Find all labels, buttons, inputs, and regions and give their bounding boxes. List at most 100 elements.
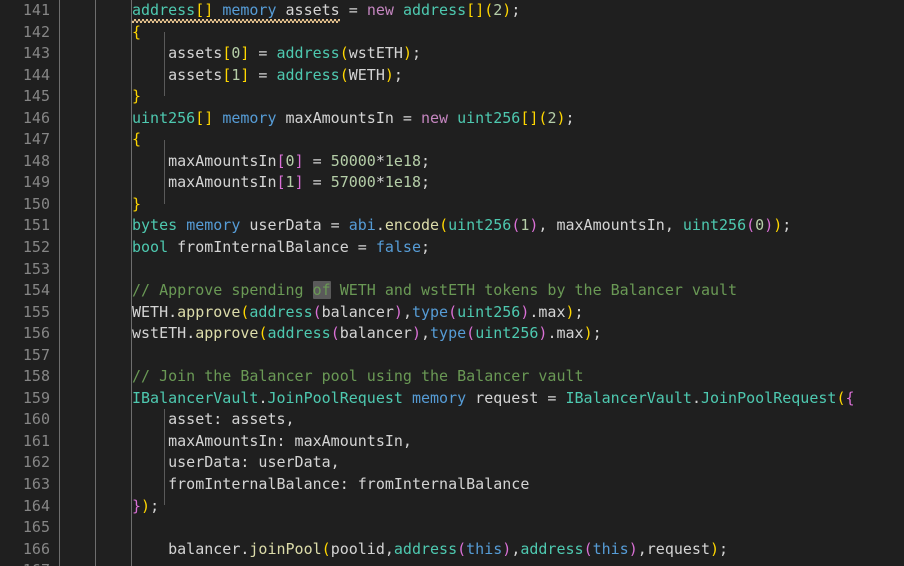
code-token: .max xyxy=(547,324,584,343)
line-number-list: 141 142 143 144 145 146 147 148 149 150 151 152 153 1… xyxy=(0,0,50,566)
code-token: [ xyxy=(222,44,232,63)
fold-gutter-column[interactable] xyxy=(60,0,95,566)
code-line-152[interactable]: bool fromInternalBalance = false; xyxy=(132,237,904,259)
code-token: userData xyxy=(240,216,322,235)
code-token: memory xyxy=(411,388,467,407)
code-line-160[interactable]: asset: assets, xyxy=(132,409,904,431)
code-token: , maxAmountsIn, xyxy=(538,216,683,235)
code-token: [ xyxy=(276,173,286,192)
code-token: JoinPoolRequest xyxy=(267,388,403,407)
line-number: 144 xyxy=(22,65,50,84)
code-token: of xyxy=(312,281,331,300)
code-line-148[interactable]: maxAmountsIn[0] = 50000*1e18; xyxy=(132,151,904,173)
line-number: 162 xyxy=(22,453,50,472)
code-token: address xyxy=(276,65,340,84)
code-token: ) xyxy=(583,324,593,343)
code-token: = xyxy=(249,44,277,63)
code-line-155[interactable]: WETH.approve(address(balancer),type(uint… xyxy=(132,302,904,324)
code-token: ) xyxy=(411,324,421,343)
code-line-153[interactable] xyxy=(132,259,904,281)
code-line-156[interactable]: wstETH.approve(address(balancer),type(ui… xyxy=(132,323,904,345)
code-token: address xyxy=(402,1,467,19)
code-token: IBalancerVault xyxy=(565,388,692,407)
code-line-142[interactable]: { xyxy=(132,22,904,44)
code-line-147[interactable]: { xyxy=(132,129,904,151)
code-token: memory xyxy=(222,1,277,19)
code-token: // Approve spending xyxy=(132,281,313,300)
code-token: ) xyxy=(402,44,412,63)
code-line-145[interactable]: } xyxy=(132,86,904,108)
code-token: address xyxy=(520,539,584,558)
code-token: asset: assets, xyxy=(132,410,295,429)
code-token: ] xyxy=(294,173,304,192)
code-token: 0 xyxy=(285,151,295,170)
code-token: IBalancerVault xyxy=(132,388,259,407)
code-token: fromInternalBalance: fromInternalBalance xyxy=(132,475,530,494)
code-line-165[interactable] xyxy=(132,517,904,539)
line-number: 142 xyxy=(22,22,50,41)
code-line-150[interactable]: } xyxy=(132,194,904,216)
code-line-151[interactable]: bytes memory userData = abi.encode(uint2… xyxy=(132,215,904,237)
code-token: 57000 xyxy=(330,173,376,192)
code-editor[interactable]: 141 142 143 144 145 146 147 148 149 150 151 152 153 1… xyxy=(0,0,904,566)
code-line-159[interactable]: IBalancerVault.JoinPoolRequest memory re… xyxy=(132,388,904,410)
code-token: ; xyxy=(719,539,729,558)
code-token: . xyxy=(168,302,178,321)
code-line-146[interactable]: uint256[] memory maxAmountsIn = new uint… xyxy=(132,108,904,130)
code-token: ( xyxy=(583,539,593,558)
code-line-163[interactable]: fromInternalBalance: fromInternalBalance xyxy=(132,474,904,496)
code-line-141[interactable]: address[] memory assets = new address[](… xyxy=(132,0,904,23)
line-number: 143 xyxy=(22,44,50,63)
code-token: = xyxy=(303,151,331,170)
line-number: 145 xyxy=(22,87,50,106)
code-token: 0 xyxy=(755,216,765,235)
code-token: ) xyxy=(502,1,512,19)
code-token: ] xyxy=(204,1,214,19)
line-number: 167 xyxy=(0,560,50,566)
code-token: { xyxy=(132,22,142,41)
code-line-167[interactable] xyxy=(132,560,904,566)
code-line-158[interactable]: // Join the Balancer pool using the Bala… xyxy=(132,366,904,388)
code-token: false xyxy=(375,238,421,257)
code-token: abi xyxy=(348,216,376,235)
code-token: assets xyxy=(276,1,340,19)
code-token: ) xyxy=(556,108,566,127)
code-line-149[interactable]: maxAmountsIn[1] = 57000*1e18; xyxy=(132,172,904,194)
code-token: ( xyxy=(484,1,494,19)
code-token: ; xyxy=(393,65,403,84)
code-token: * xyxy=(375,173,385,192)
code-token: new xyxy=(366,1,394,19)
code-token: ; xyxy=(421,238,431,257)
code-line-157[interactable] xyxy=(132,345,904,367)
code-token: ( xyxy=(321,539,331,558)
code-token: = xyxy=(348,238,376,257)
code-line-164[interactable]: }); xyxy=(132,496,904,518)
editor-gutter: 141 142 143 144 145 146 147 148 149 150 151 152 153 1… xyxy=(0,0,132,566)
code-token: ( xyxy=(746,216,756,235)
code-line-144[interactable]: assets[1] = address(WETH); xyxy=(132,65,904,87)
code-line-162[interactable]: userData: userData, xyxy=(132,452,904,474)
line-number: 163 xyxy=(22,475,50,494)
code-token: ( xyxy=(466,324,476,343)
code-token: memory xyxy=(186,216,241,235)
code-content-area[interactable]: address [] memory assets = new address [] (… xyxy=(132,0,904,566)
code-line-154[interactable]: // Approve spending of WETH and wstETH t… xyxy=(132,280,904,302)
gutter-divider-2 xyxy=(95,0,96,566)
code-line-143[interactable]: assets[0] = address(wstETH); xyxy=(132,43,904,65)
code-token: balancer xyxy=(132,539,241,558)
code-line-161[interactable]: maxAmountsIn: maxAmountsIn, xyxy=(132,431,904,453)
code-token: balancer xyxy=(321,302,394,321)
code-token: ] xyxy=(204,108,214,127)
code-line-166[interactable]: balancer.joinPool(poolid,address(this),a… xyxy=(132,539,904,561)
line-number: 164 xyxy=(22,496,50,515)
code-token: . xyxy=(375,216,385,235)
code-token: ; xyxy=(150,496,160,515)
code-token: joinPool xyxy=(249,539,322,558)
diff-gutter-column[interactable] xyxy=(96,0,131,566)
code-token: encode xyxy=(384,216,440,235)
code-token: userData: userData, xyxy=(132,453,340,472)
code-token: ; xyxy=(511,1,521,19)
code-token: ( xyxy=(330,324,340,343)
code-token: maxAmountsIn: maxAmountsIn, xyxy=(132,431,412,450)
